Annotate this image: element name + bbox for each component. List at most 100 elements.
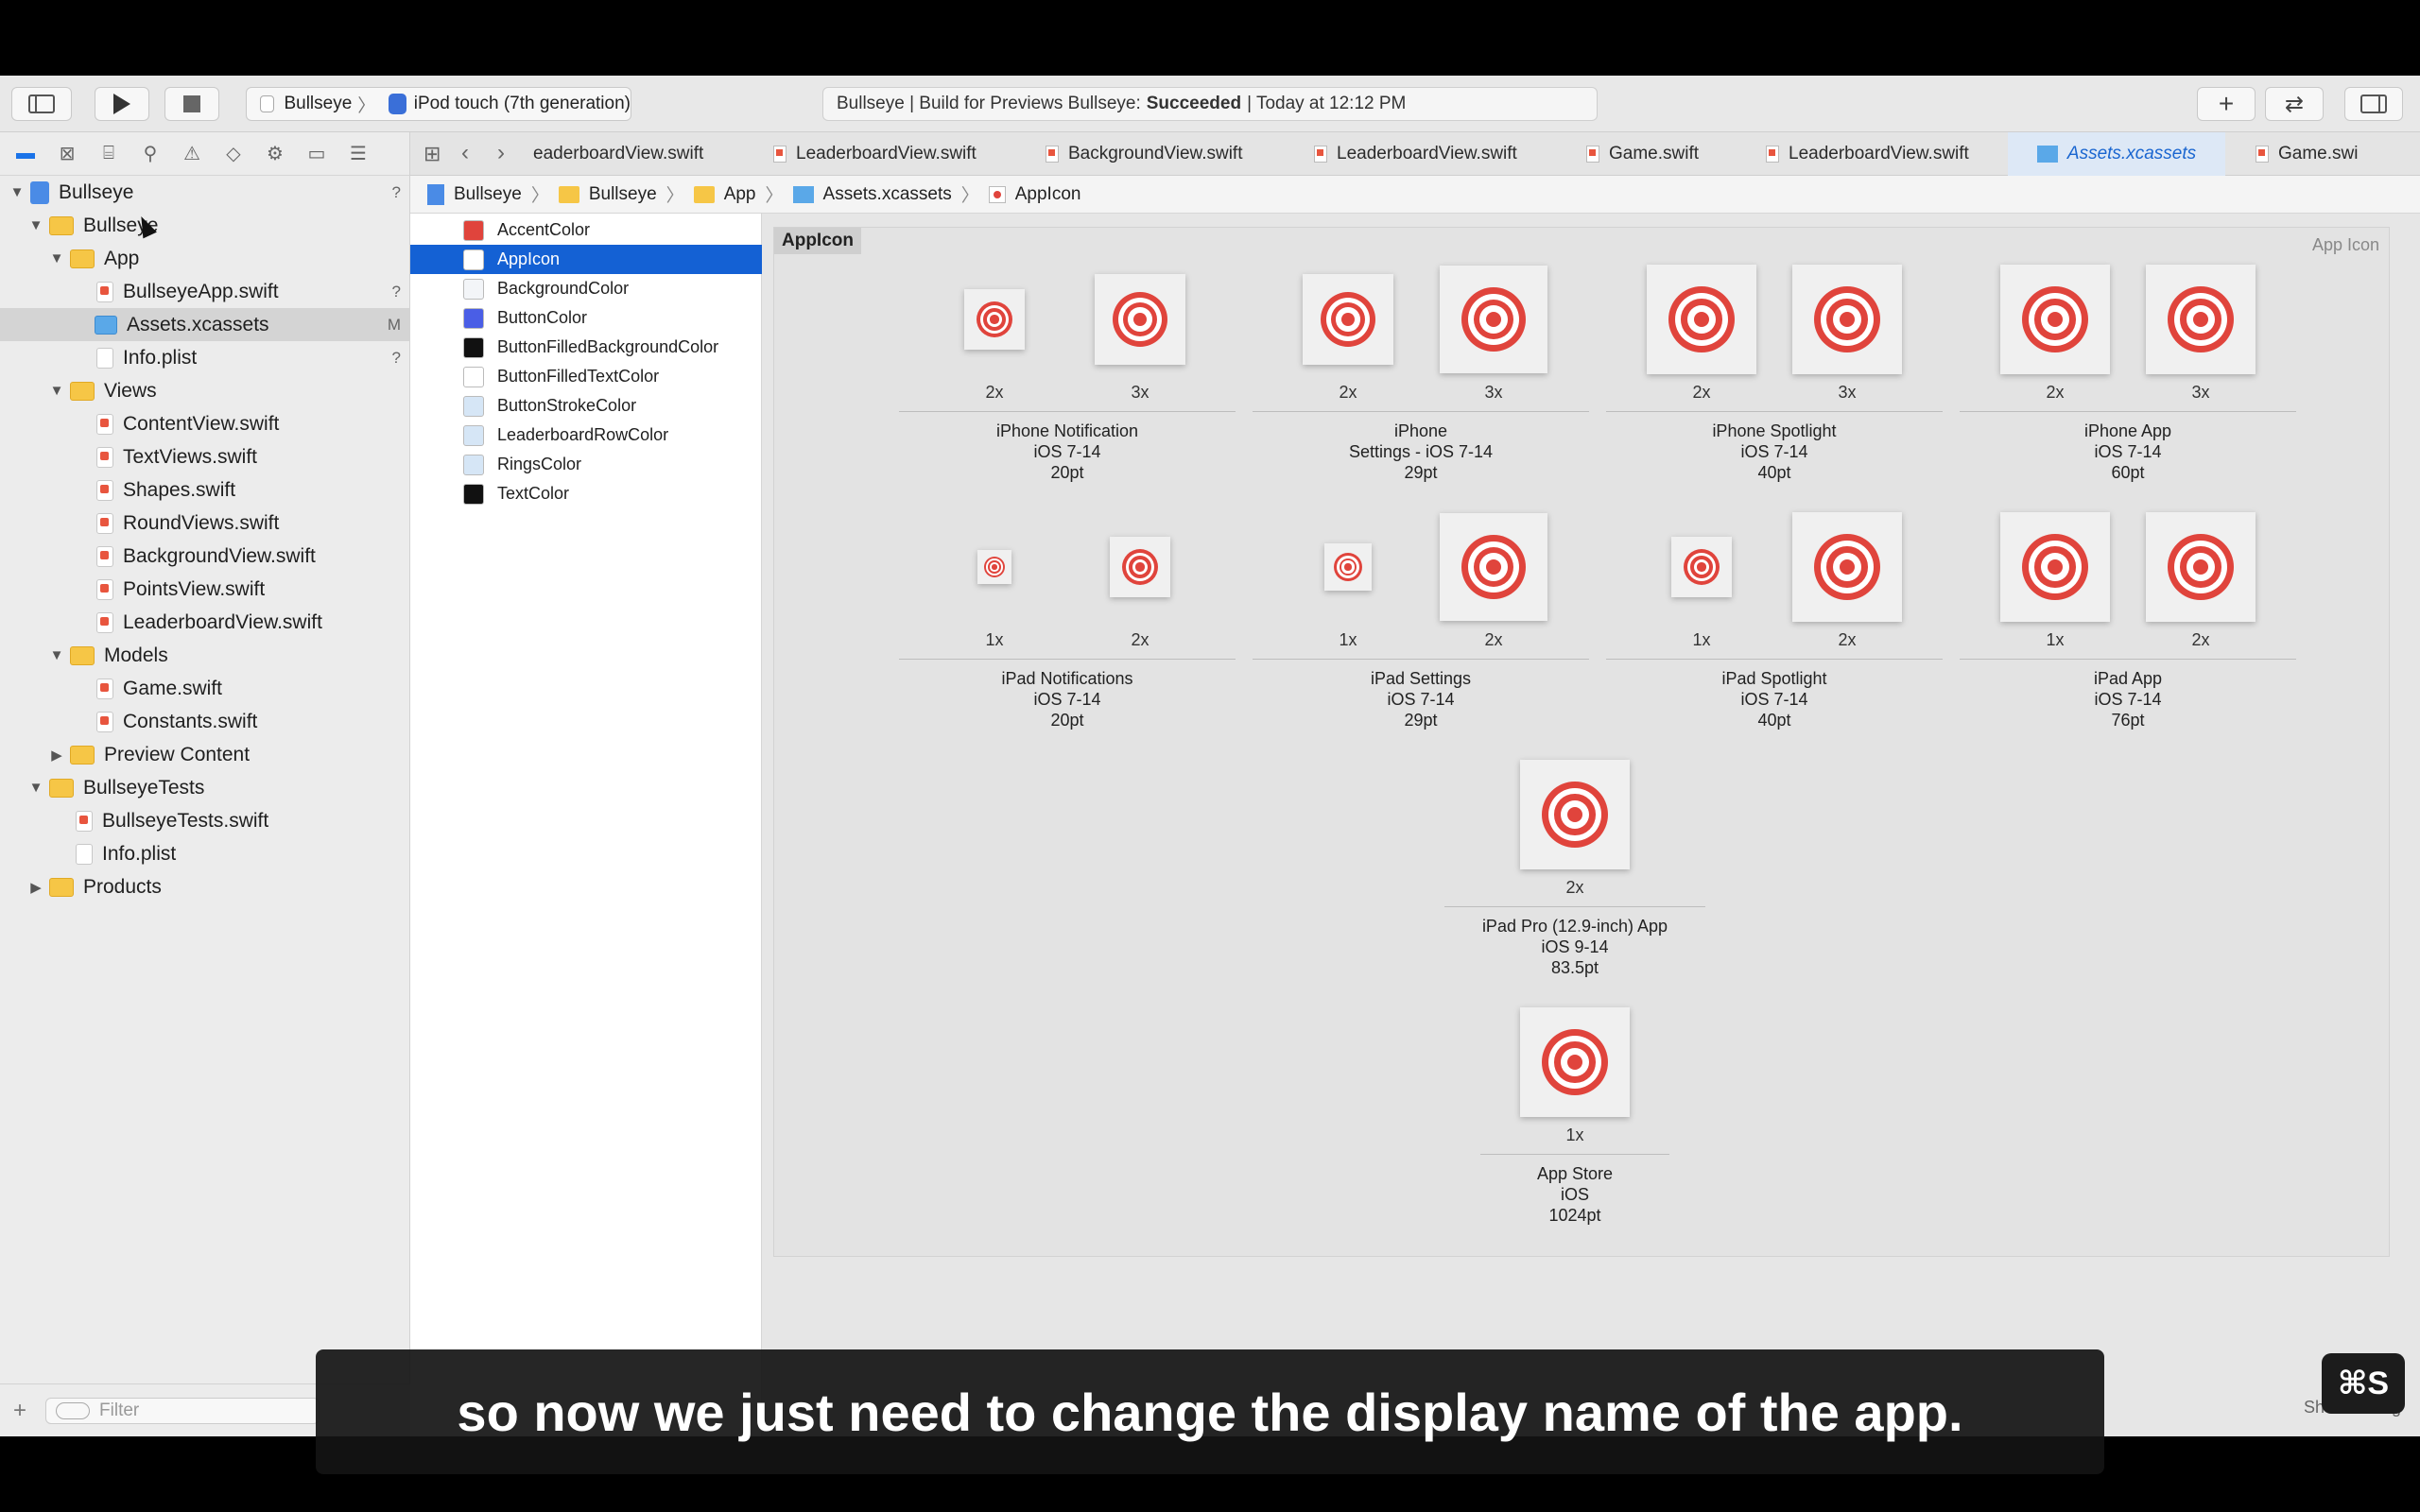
icon-well[interactable] bbox=[1520, 1007, 1630, 1117]
editor-tab[interactable]: LeaderboardView.swift bbox=[773, 132, 1028, 176]
icon-well[interactable] bbox=[1110, 537, 1170, 597]
scheme-selector[interactable]: Bullseye 〉 iPod touch (7th generation) bbox=[246, 87, 631, 121]
disclosure-open-icon[interactable]: ▼ bbox=[47, 383, 66, 399]
tree-row-group[interactable]: ▼ App bbox=[0, 242, 410, 275]
icon-group-label-line: 76pt bbox=[2111, 711, 2145, 730]
tree-row-label: Models bbox=[104, 644, 168, 666]
icon-well[interactable] bbox=[2000, 512, 2110, 622]
tree-row-group[interactable]: ▼ BullseyeTests bbox=[0, 771, 410, 804]
folder-icon[interactable]: ▬ bbox=[13, 142, 38, 166]
toggle-inspector-button[interactable] bbox=[2344, 87, 2403, 121]
editor-tab[interactable]: Game.swift bbox=[1586, 132, 1737, 176]
asset-item[interactable]: RingsColor bbox=[410, 450, 762, 479]
disclosure-closed-icon[interactable]: ▶ bbox=[26, 879, 45, 896]
tab-label: LeaderboardView.swift bbox=[796, 144, 977, 163]
tree-row-group[interactable]: ▼ Bullseye bbox=[0, 209, 410, 242]
disclosure-open-icon[interactable]: ▼ bbox=[47, 647, 66, 663]
tree-row-group[interactable]: ▶ Products bbox=[0, 870, 410, 903]
jump-bar-item[interactable]: AppIcon bbox=[1015, 184, 1081, 205]
tree-row-group[interactable]: ▶ Preview Content bbox=[0, 738, 410, 771]
code-review-button[interactable]: ⇄ bbox=[2265, 87, 2324, 121]
source-control-icon[interactable]: ⊠ bbox=[55, 142, 79, 166]
asset-item[interactable]: LeaderboardRowColor bbox=[410, 421, 762, 450]
editor-tab[interactable]: BackgroundView.swift bbox=[1046, 132, 1291, 176]
asset-item[interactable]: ButtonStrokeColor bbox=[410, 391, 762, 421]
icon-well[interactable] bbox=[1440, 513, 1547, 621]
asset-item[interactable]: ButtonFilledBackgroundColor bbox=[410, 333, 762, 362]
icon-well[interactable] bbox=[1324, 543, 1372, 591]
report-icon[interactable]: ☰ bbox=[346, 142, 371, 166]
editor-tab[interactable]: eaderboardView.swift bbox=[533, 132, 741, 176]
editor-tab[interactable]: LeaderboardView.swift bbox=[1314, 132, 1560, 176]
icon-well[interactable] bbox=[1671, 537, 1732, 597]
tree-row-file[interactable]: Info.plist ? bbox=[0, 341, 410, 374]
disclosure-open-icon[interactable]: ▼ bbox=[8, 184, 26, 200]
icon-group-label: iPad Spotlight iOS 7-14 40pt bbox=[1604, 668, 1945, 730]
icon-well[interactable] bbox=[977, 550, 1011, 584]
asset-item[interactable]: AccentColor bbox=[410, 215, 762, 245]
tree-row-file[interactable]: Shapes.swift bbox=[0, 473, 410, 507]
tree-row-file-selected[interactable]: Assets.xcassets M bbox=[0, 308, 410, 341]
breakpoint-icon[interactable]: ▭ bbox=[304, 142, 329, 166]
swift-file-icon bbox=[1766, 146, 1779, 163]
icon-well[interactable] bbox=[1095, 274, 1185, 365]
forward-icon[interactable]: › bbox=[497, 140, 505, 166]
run-button[interactable] bbox=[95, 87, 149, 121]
icon-well[interactable] bbox=[1792, 512, 1902, 622]
symbol-icon[interactable]: ⌸ bbox=[96, 142, 121, 166]
search-icon[interactable]: ⚲ bbox=[138, 142, 163, 166]
tree-row-project[interactable]: ▼ Bullseye ? bbox=[0, 176, 410, 209]
swap-arrows-icon: ⇄ bbox=[2284, 91, 2305, 117]
disclosure-open-icon[interactable]: ▼ bbox=[26, 780, 45, 796]
video-subtitle: so now we just need to change the displa… bbox=[316, 1349, 2104, 1474]
tree-row-file[interactable]: TextViews.swift bbox=[0, 440, 410, 473]
jump-bar-item[interactable]: Bullseye bbox=[589, 184, 657, 205]
icon-well[interactable] bbox=[2000, 265, 2110, 374]
jump-bar-item[interactable]: Bullseye bbox=[454, 184, 522, 205]
stop-button[interactable] bbox=[164, 87, 219, 121]
test-icon[interactable]: ◇ bbox=[221, 142, 246, 166]
back-icon[interactable]: ‹ bbox=[461, 140, 469, 166]
disclosure-open-icon[interactable]: ▼ bbox=[26, 217, 45, 233]
editor-tab-active[interactable]: Assets.xcassets bbox=[2008, 132, 2225, 176]
toggle-navigator-button[interactable] bbox=[11, 87, 72, 121]
tree-row-file[interactable]: BullseyeApp.swift ? bbox=[0, 275, 410, 308]
tree-row-file[interactable]: BackgroundView.swift bbox=[0, 540, 410, 573]
tree-row-file[interactable]: BullseyeTests.swift bbox=[0, 804, 410, 837]
asset-item[interactable]: BackgroundColor bbox=[410, 274, 762, 303]
debug-icon[interactable]: ⚙ bbox=[263, 142, 287, 166]
add-icon[interactable]: + bbox=[13, 1398, 26, 1424]
jump-bar-item[interactable]: Assets.xcassets bbox=[823, 184, 952, 205]
icon-well[interactable] bbox=[2146, 512, 2256, 622]
jump-bar-item[interactable]: App bbox=[724, 184, 756, 205]
filter-input[interactable]: Filter bbox=[45, 1397, 320, 1424]
tree-row-group[interactable]: ▼ Views bbox=[0, 374, 410, 407]
tree-row-file[interactable]: Constants.swift bbox=[0, 705, 410, 738]
disclosure-open-icon[interactable]: ▼ bbox=[47, 250, 66, 266]
tree-row-file[interactable]: Game.swift bbox=[0, 672, 410, 705]
tree-row-file[interactable]: LeaderboardView.swift bbox=[0, 606, 410, 639]
tree-row-file[interactable]: Info.plist bbox=[0, 837, 410, 870]
editor-tab[interactable]: LeaderboardView.swift bbox=[1766, 132, 2012, 176]
tree-row-file[interactable]: ContentView.swift bbox=[0, 407, 410, 440]
icon-well[interactable] bbox=[1647, 265, 1756, 374]
asset-item-selected[interactable]: AppIcon bbox=[410, 245, 762, 274]
icon-well[interactable] bbox=[1440, 266, 1547, 373]
icon-well[interactable] bbox=[1520, 760, 1630, 869]
asset-item[interactable]: TextColor bbox=[410, 479, 762, 508]
tree-row-file[interactable]: RoundViews.swift bbox=[0, 507, 410, 540]
asset-item[interactable]: ButtonFilledTextColor bbox=[410, 362, 762, 391]
asset-item[interactable]: ButtonColor bbox=[410, 303, 762, 333]
icon-well[interactable] bbox=[2146, 265, 2256, 374]
tree-row-label: Preview Content bbox=[104, 743, 251, 765]
tree-row-group[interactable]: ▼ Models bbox=[0, 639, 410, 672]
warning-icon[interactable]: ⚠ bbox=[180, 142, 204, 166]
editor-tab[interactable]: Game.swi bbox=[2256, 132, 2397, 176]
library-button[interactable]: + bbox=[2197, 87, 2256, 121]
icon-well[interactable] bbox=[1303, 274, 1393, 365]
icon-well[interactable] bbox=[1792, 265, 1902, 374]
disclosure-closed-icon[interactable]: ▶ bbox=[47, 747, 66, 764]
grid-icon[interactable]: ⊞ bbox=[424, 142, 441, 166]
tree-row-file[interactable]: PointsView.swift bbox=[0, 573, 410, 606]
icon-well[interactable] bbox=[964, 289, 1025, 350]
